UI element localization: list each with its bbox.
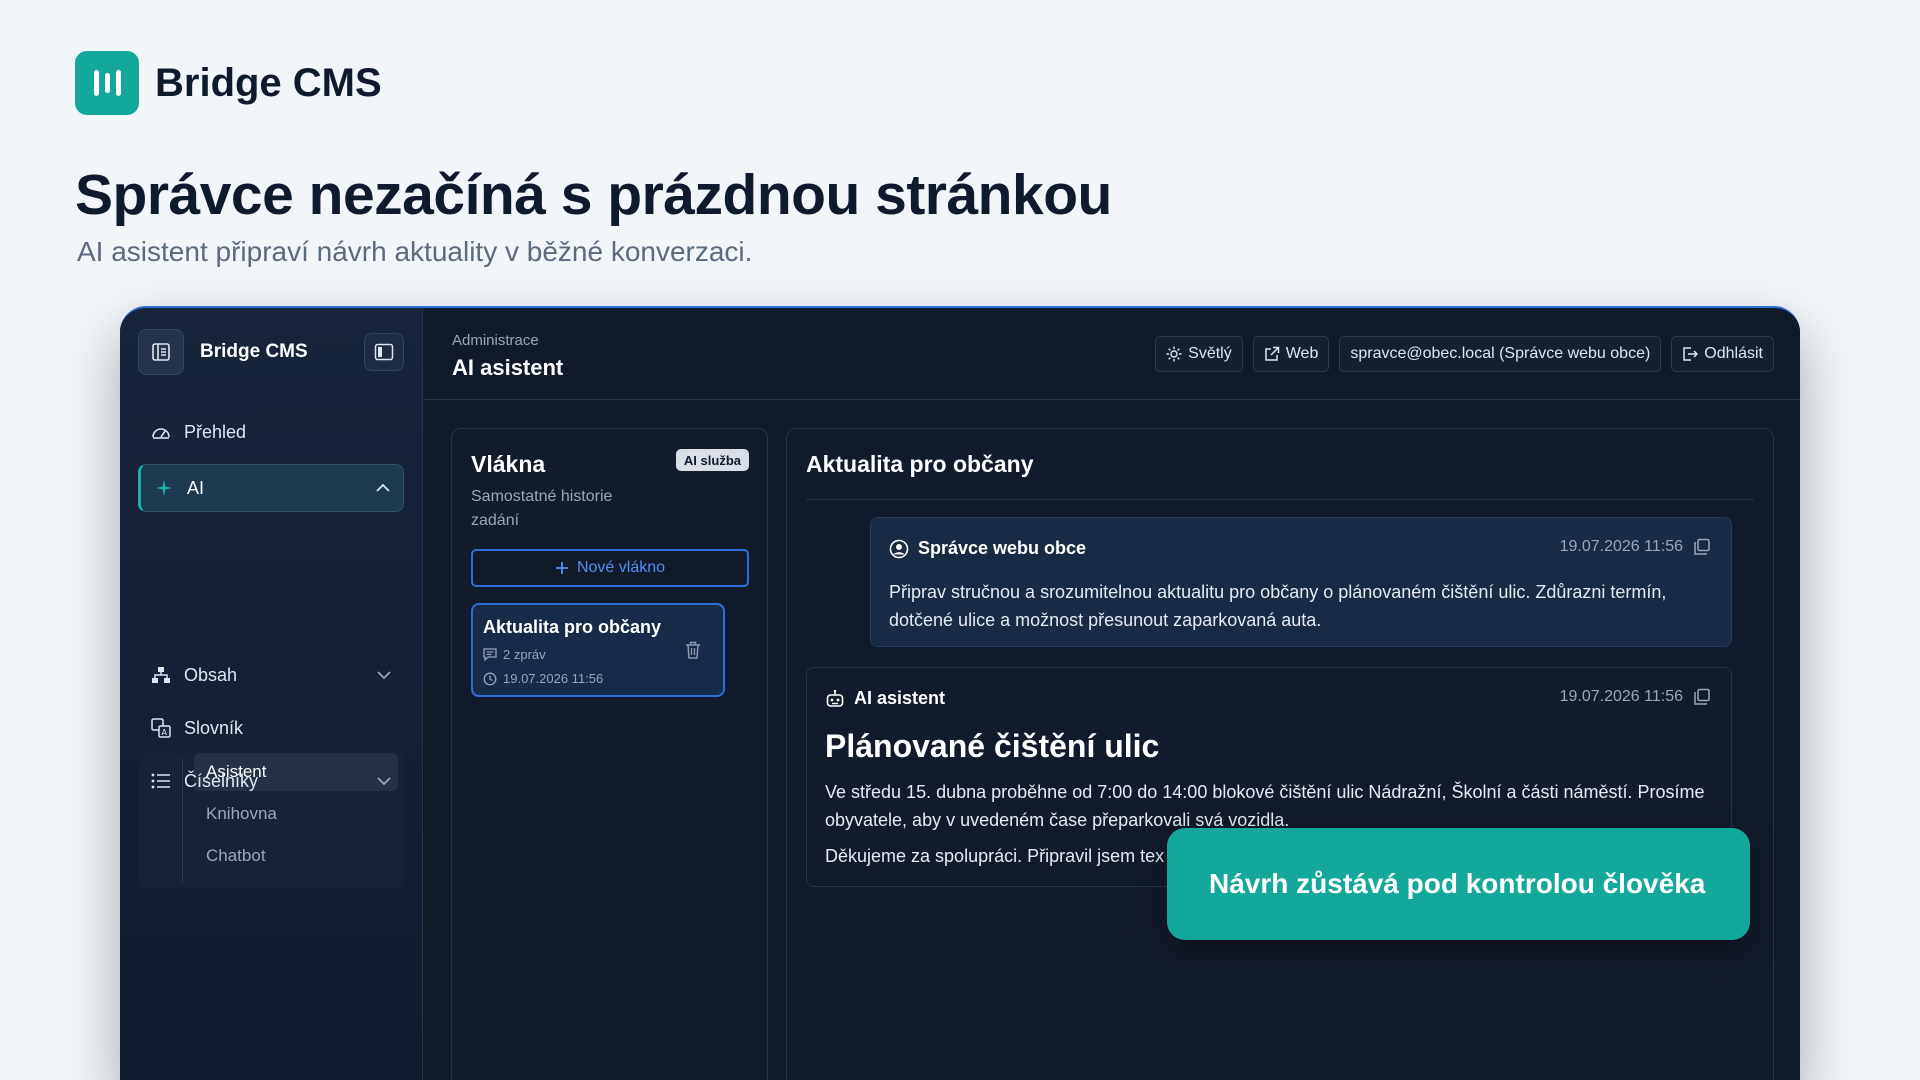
sitemap-icon — [150, 664, 172, 686]
trash-icon — [686, 641, 700, 659]
draft-paragraph: Ve středu 15. dubna proběhne od 7:00 do … — [825, 782, 1705, 830]
sidebar-item-obsah[interactable]: Obsah — [138, 651, 404, 699]
sidebar: Bridge CMS Přehled AI Asistent Knihovna … — [120, 308, 423, 1080]
message-text: Připrav stručnou a srozumitelnou aktuali… — [889, 582, 1667, 630]
brand-name: Bridge CMS — [155, 60, 382, 105]
divider — [806, 499, 1754, 500]
breadcrumb[interactable]: Administrace — [452, 332, 539, 349]
page-subline: AI asistent připraví návrh aktuality v b… — [77, 236, 753, 267]
sidebar-item-ai[interactable]: AI — [138, 464, 404, 512]
sidebar-collapse-button[interactable] — [364, 333, 404, 371]
sidebar-item-label: Přehled — [184, 421, 247, 442]
sparkle-icon — [153, 477, 175, 499]
plus-icon — [555, 562, 568, 574]
clock-icon — [483, 672, 497, 685]
logout-icon — [1683, 347, 1699, 361]
chat-panel: Aktualita pro občany Správce webu obce 1… — [786, 428, 1774, 1080]
sidebar-item-ciselniky[interactable]: Číselníky — [138, 757, 404, 805]
copy-icon[interactable] — [1693, 688, 1711, 706]
robot-icon — [826, 689, 844, 707]
topbar-actions: Světlý Web spravce@obec.local (Správce w… — [1155, 336, 1774, 372]
web-link-button[interactable]: Web — [1252, 336, 1330, 372]
list-icon — [150, 770, 172, 792]
sun-icon — [1166, 346, 1182, 362]
sidebar-subitem-chatbot[interactable]: Chatbot — [194, 837, 398, 875]
message-time: 19.07.2026 11:56 — [1560, 538, 1711, 556]
thread-date: 19.07.2026 11:56 — [483, 671, 603, 686]
sidebar-item-label: Číselníky — [184, 770, 259, 791]
sidebar-title: Bridge CMS — [200, 341, 308, 362]
status-badge: AI služba — [675, 449, 749, 471]
message-time: 19.07.2026 11:56 — [1560, 688, 1711, 706]
delete-thread-button[interactable] — [685, 641, 701, 664]
message-author: Správce webu obce — [889, 538, 1086, 559]
message-author: AI asistent — [825, 688, 945, 709]
app-window: Bridge CMS Přehled AI Asistent Knihovna … — [120, 306, 1800, 1080]
sidebar-item-prehled[interactable]: Přehled — [138, 408, 404, 456]
user-account-button[interactable]: spravce@obec.local (Správce webu obce) — [1339, 336, 1662, 372]
draft-heading: Plánované čištění ulic — [825, 728, 1160, 764]
new-thread-button[interactable]: Nové vlákno — [471, 549, 749, 587]
external-link-icon — [1264, 346, 1279, 361]
sidebar-item-label: Slovník — [184, 717, 244, 738]
thread-list-item[interactable]: Aktualita pro občany 2 zpráv 19.07.2026 … — [471, 603, 725, 697]
sidebar-item-slovnik[interactable]: A Slovník — [138, 704, 404, 752]
sidebar-item-label: Obsah — [184, 664, 238, 685]
chevron-down-icon — [376, 776, 392, 786]
callout-banner: Návrh zůstává pod kontrolou člověka — [1167, 828, 1750, 940]
user-circle-icon — [889, 539, 909, 558]
chevron-up-icon — [375, 483, 391, 493]
copy-icon[interactable] — [1693, 538, 1711, 556]
thread-message-count: 2 zpráv — [483, 647, 546, 662]
threads-title: Vlákna — [471, 451, 546, 477]
threads-panel: Vlákna AI služba Samostatné historie zad… — [451, 428, 768, 1080]
threads-description: Samostatné historie zadání — [471, 488, 613, 529]
chat-title: Aktualita pro občany — [806, 451, 1034, 477]
sidebar-header: Bridge CMS — [138, 328, 404, 376]
topbar: Administrace AI asistent Světlý Web spra… — [424, 308, 1800, 400]
translate-icon: A — [150, 717, 172, 739]
user-message: Správce webu obce 19.07.2026 11:56 Připr… — [870, 517, 1732, 647]
panel-left-icon — [374, 343, 394, 361]
gauge-icon — [150, 421, 172, 443]
brand: Bridge CMS — [75, 51, 382, 115]
page-title: AI asistent — [452, 355, 564, 380]
chevron-down-icon — [376, 670, 392, 680]
sidebar-item-label: AI — [187, 477, 205, 498]
svg-text:A: A — [162, 728, 168, 737]
thread-title: Aktualita pro občany — [483, 617, 662, 637]
message-icon — [483, 648, 497, 661]
bridge-logo-icon — [75, 51, 139, 115]
page-headline: Správce nezačíná s prázdnou stránkou — [75, 163, 1112, 227]
theme-toggle-button[interactable]: Světlý — [1155, 336, 1243, 372]
logout-button[interactable]: Odhlásit — [1671, 336, 1774, 372]
app-logo-icon — [138, 329, 184, 375]
